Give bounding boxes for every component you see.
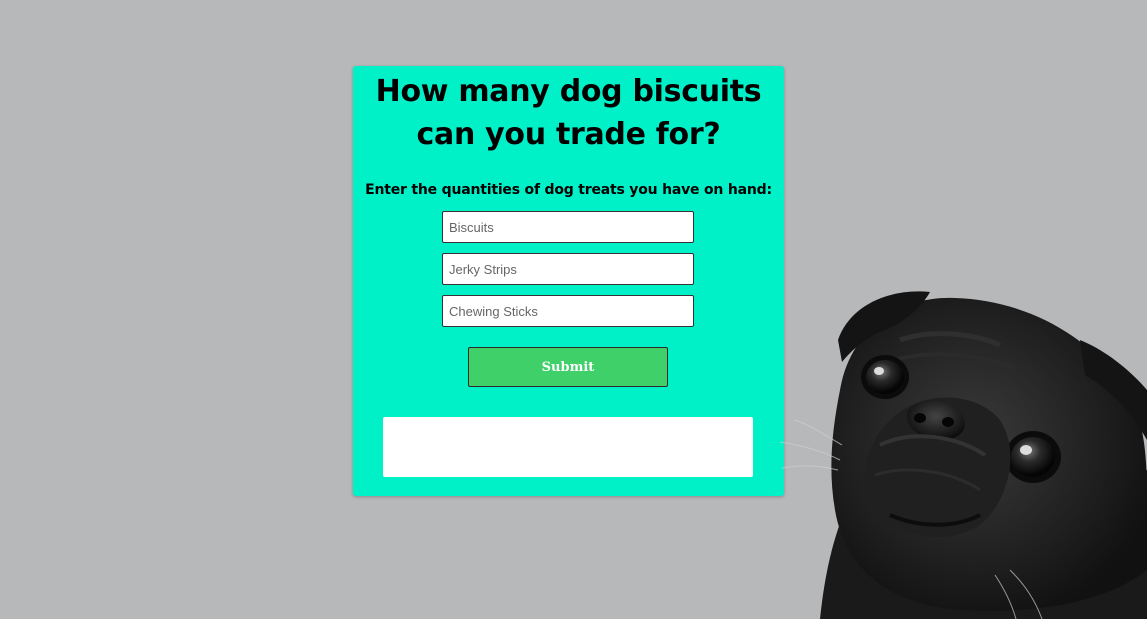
jerky-strips-input[interactable] bbox=[442, 253, 694, 285]
chewing-sticks-input[interactable] bbox=[442, 295, 694, 327]
biscuits-input[interactable] bbox=[442, 211, 694, 243]
pug-image bbox=[780, 291, 1147, 619]
page-title: How many dog biscuits can you trade for? bbox=[375, 74, 762, 152]
trade-card: How many dog biscuits can you trade for?… bbox=[353, 66, 784, 496]
submit-button[interactable]: Submit bbox=[468, 347, 668, 387]
result-box bbox=[383, 417, 753, 477]
instructions-text: Enter the quantities of dog treats you h… bbox=[365, 182, 772, 198]
page: How many dog biscuits can you trade for?… bbox=[0, 0, 1147, 619]
